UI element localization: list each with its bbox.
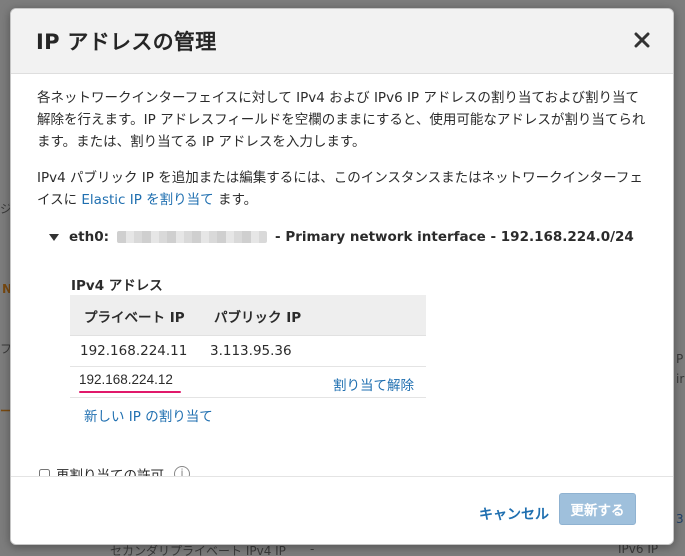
dialog-footer: キャンセル 更新する xyxy=(11,476,673,544)
column-header-private-ip: プライベート IP xyxy=(84,310,185,326)
allow-reassign-checkbox[interactable] xyxy=(39,468,50,476)
table-row-editable: 割り当て解除 xyxy=(70,367,426,398)
ipv4-table: プライベート IP パブリック IP 192.168.224.11 3.113.… xyxy=(70,295,426,398)
column-header-public-ip: パブリック IP xyxy=(214,310,302,326)
highlight-underline xyxy=(79,391,181,393)
info-icon[interactable]: i xyxy=(174,466,190,476)
private-ip-value: 192.168.224.11 xyxy=(80,343,188,359)
public-ip-note-suffix: ます。 xyxy=(213,192,258,208)
update-button[interactable]: 更新する xyxy=(559,493,636,525)
public-ip-note: IPv4 パブリック IP を追加または編集するには、このインスタンスまたはネッ… xyxy=(37,167,649,211)
bg-fragment: 3 xyxy=(676,512,684,526)
cancel-button[interactable]: キャンセル xyxy=(479,504,549,524)
bg-fragment: P xyxy=(676,352,684,366)
interface-row: eth0: - Primary network interface - 192.… xyxy=(49,226,634,248)
close-button[interactable] xyxy=(631,29,653,51)
unassign-link[interactable]: 割り当て解除 xyxy=(333,374,414,394)
dialog-header: IP アドレスの管理 xyxy=(11,9,673,74)
dialog-title: IP アドレスの管理 xyxy=(36,30,217,54)
description-text: 各ネットワークインターフェイスに対して IPv4 および IPv6 IP アドレ… xyxy=(37,90,646,150)
allow-reassign-label: 再割り当ての許可 xyxy=(56,468,164,476)
interface-name: eth0: xyxy=(69,229,110,245)
dialog-body: 各ネットワークインターフェイスに対して IPv4 および IPv6 IP アドレ… xyxy=(11,74,673,476)
table-header: プライベート IP パブリック IP xyxy=(70,295,426,336)
collapse-caret-icon[interactable] xyxy=(49,233,59,241)
private-ip-input[interactable] xyxy=(79,372,189,387)
assign-new-ip-link[interactable]: 新しい IP の割り当て xyxy=(84,405,213,425)
close-icon xyxy=(634,32,650,48)
allow-reassign-row: 再割り当ての許可 i xyxy=(39,464,190,476)
table-row: 192.168.224.11 3.113.95.36 xyxy=(70,336,426,367)
bg-fragment: ir xyxy=(676,372,685,386)
public-ip-value: 3.113.95.36 xyxy=(210,343,292,359)
redacted-interface-id xyxy=(117,231,268,243)
elastic-ip-link[interactable]: Elastic IP を割り当て xyxy=(81,192,213,208)
interface-description: - Primary network interface - 192.168.22… xyxy=(275,229,634,245)
ipv4-section-label: IPv4 アドレス xyxy=(71,278,163,294)
manage-ip-dialog: IP アドレスの管理 各ネットワークインターフェイスに対して IPv4 および … xyxy=(10,8,674,545)
